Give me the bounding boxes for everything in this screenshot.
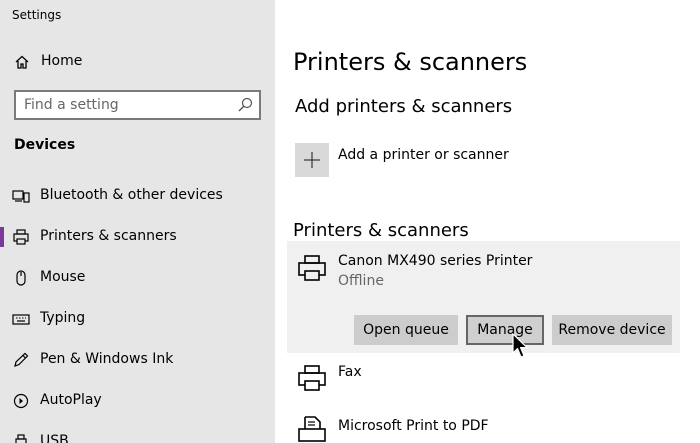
sidebar-item-autoplay[interactable]: AutoPlay [0, 385, 275, 417]
add-printer-label[interactable]: Add a printer or scanner [338, 147, 509, 163]
open-queue-button[interactable]: Open queue [354, 315, 458, 345]
sidebar-item-bluetooth[interactable]: Bluetooth & other devices [0, 180, 275, 212]
sidebar-item-pen[interactable]: Pen & Windows Ink [0, 344, 275, 376]
page-title: Printers & scanners [293, 48, 528, 76]
plus-icon [304, 152, 320, 168]
pdf-printer-icon [298, 416, 326, 442]
add-section-title: Add printers & scanners [295, 96, 513, 117]
add-printer-button[interactable] [295, 143, 329, 177]
search-box[interactable] [14, 90, 261, 120]
sidebar-item-printers[interactable]: Printers & scanners [0, 221, 275, 253]
sidebar-section-label: Devices [14, 137, 76, 153]
search-icon[interactable] [237, 97, 253, 113]
sidebar-item-label: AutoPlay [40, 392, 102, 408]
manage-button[interactable]: Manage [466, 315, 544, 345]
sidebar-item-label: USB [40, 433, 69, 443]
printer-item[interactable]: Fax [287, 353, 680, 403]
window-title: Settings [12, 8, 62, 22]
printer-icon [13, 229, 29, 245]
sidebar-item-label: Pen & Windows Ink [40, 351, 174, 367]
sidebar-item-label: Mouse [40, 269, 86, 285]
sidebar-item-usb[interactable]: USB [0, 426, 275, 443]
printers-list-title: Printers & scanners [293, 220, 469, 241]
sidebar: Settings Home Devices Bluetooth & other … [0, 0, 275, 443]
printer-name: Canon MX490 series Printer [338, 253, 533, 269]
keyboard-icon [12, 314, 30, 325]
printer-status: Offline [338, 273, 384, 289]
sidebar-item-mouse[interactable]: Mouse [0, 262, 275, 294]
printer-item[interactable]: Microsoft Print to PDF [287, 405, 680, 443]
mouse-icon [16, 270, 26, 286]
sidebar-item-label: Home [41, 53, 83, 69]
autoplay-icon [13, 393, 29, 409]
mouse-cursor-icon [512, 333, 528, 358]
sidebar-item-label: Printers & scanners [40, 228, 177, 244]
sidebar-item-label: Bluetooth & other devices [40, 187, 223, 203]
sidebar-item-label: Typing [40, 310, 86, 326]
sidebar-item-home[interactable]: Home [0, 46, 275, 78]
remove-device-button[interactable]: Remove device [552, 315, 672, 345]
search-input[interactable] [24, 96, 224, 114]
printer-item[interactable]: Canon MX490 series Printer Offline [287, 241, 680, 291]
printer-icon [298, 365, 326, 391]
printer-name: Fax [338, 364, 362, 380]
sidebar-item-typing[interactable]: Typing [0, 303, 275, 335]
bluetooth-devices-icon [12, 190, 30, 203]
pen-icon [14, 352, 29, 367]
usb-icon [15, 434, 27, 443]
home-icon [15, 55, 29, 69]
printer-icon [298, 255, 326, 281]
printer-name: Microsoft Print to PDF [338, 418, 489, 434]
